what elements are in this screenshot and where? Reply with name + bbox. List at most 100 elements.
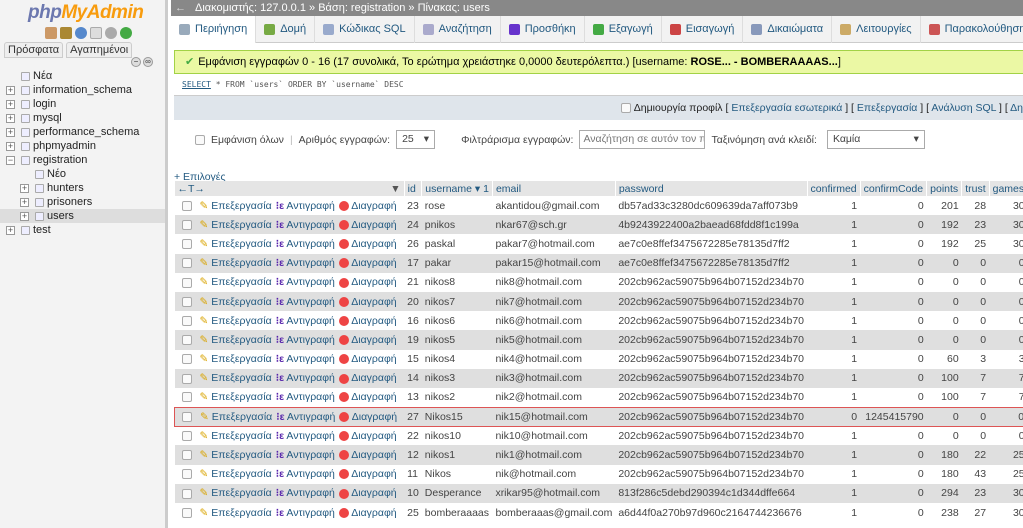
table-cell[interactable]: 0 bbox=[860, 464, 927, 484]
table-cell[interactable]: nik15@hotmail.com bbox=[492, 406, 616, 427]
edit-link[interactable]: Επεξεργασία bbox=[857, 102, 918, 114]
table-cell[interactable]: ae7c0e8ffef3475672285e78135d7ff2 bbox=[615, 234, 808, 254]
table-cell[interactable]: a6d44f0a270b97d960c2164744236676 bbox=[615, 503, 808, 523]
table-cell[interactable]: 0 bbox=[989, 426, 1023, 446]
table-cell[interactable]: 3 bbox=[989, 349, 1023, 369]
edit-button[interactable]: ✎ Επεξεργασία bbox=[200, 468, 272, 480]
table-cell[interactable]: nik@hotmail.com bbox=[492, 464, 616, 484]
table-cell[interactable]: 1 bbox=[807, 215, 861, 235]
table-cell[interactable]: 0 bbox=[926, 426, 962, 446]
column-header[interactable]: username ▾ 1 bbox=[421, 181, 493, 196]
table-cell[interactable]: bomberaaas@gmail.com bbox=[492, 503, 616, 523]
copy-button[interactable]: ⁝ε Αντιγραφή bbox=[276, 238, 335, 250]
table-cell[interactable]: 1 bbox=[807, 253, 861, 273]
edit-button[interactable]: ✎ Επεξεργασία bbox=[200, 334, 272, 346]
copy-button[interactable]: ⁝ε Αντιγραφή bbox=[276, 257, 335, 269]
gear-icon[interactable] bbox=[105, 27, 117, 39]
tree-item-label[interactable]: registration bbox=[33, 153, 87, 167]
reload-icon[interactable] bbox=[120, 27, 132, 39]
table-cell[interactable]: 22 bbox=[404, 426, 422, 446]
tab-9[interactable]: Παρακολούθηση bbox=[921, 16, 1023, 43]
copy-button[interactable]: ⁝ε Αντιγραφή bbox=[276, 200, 335, 212]
expand-icon[interactable]: + bbox=[6, 100, 15, 109]
edit-button[interactable]: ✎ Επεξεργασία bbox=[200, 296, 272, 308]
table-cell[interactable]: 1 bbox=[807, 464, 861, 484]
delete-button[interactable]: Διαγραφή bbox=[338, 334, 397, 346]
profiling-checkbox[interactable] bbox=[621, 103, 632, 114]
delete-button[interactable]: Διαγραφή bbox=[339, 411, 397, 423]
table-cell[interactable]: 0 bbox=[989, 253, 1023, 273]
table-cell[interactable]: 0 bbox=[926, 253, 962, 273]
table-cell[interactable]: 1 bbox=[807, 330, 861, 350]
tab-8[interactable]: Λειτουργίες bbox=[832, 16, 921, 43]
delete-button[interactable]: Διαγραφή bbox=[338, 430, 397, 442]
delete-button[interactable]: Διαγραφή bbox=[338, 372, 397, 384]
table-cell[interactable]: 30 bbox=[989, 215, 1023, 235]
tree-item-label[interactable]: performance_schema bbox=[33, 125, 139, 139]
table-cell[interactable]: Nikos15 bbox=[421, 406, 493, 427]
table-cell[interactable]: 0 bbox=[961, 330, 990, 350]
tree-item-label[interactable]: hunters bbox=[47, 181, 84, 195]
table-cell[interactable]: 25 bbox=[989, 464, 1023, 484]
sort-key-select[interactable]: Καμία ▾ bbox=[826, 130, 925, 149]
table-cell[interactable]: 1 bbox=[807, 368, 861, 388]
explain-sql-link[interactable]: Ανάλυση SQL bbox=[931, 102, 996, 114]
back-arrow-icon[interactable]: ← bbox=[175, 0, 186, 16]
table-cell[interactable]: 27 bbox=[961, 503, 990, 523]
edit-button[interactable]: ✎ Επεξεργασία bbox=[200, 276, 272, 288]
copy-button[interactable]: ⁝ε Αντιγραφή bbox=[276, 334, 335, 346]
table-cell[interactable]: 0 bbox=[961, 406, 990, 427]
table-cell[interactable]: pakar15@hotmail.com bbox=[492, 253, 616, 273]
expand-icon[interactable]: + bbox=[20, 198, 29, 207]
edit-button[interactable]: ✎ Επεξεργασία bbox=[200, 315, 272, 327]
table-cell[interactable]: 11 bbox=[404, 464, 422, 484]
tab-recent[interactable]: Πρόσφατα bbox=[4, 42, 64, 58]
table-cell[interactable]: 0 bbox=[989, 406, 1023, 427]
copy-button[interactable]: ⁝ε Αντιγραφή bbox=[276, 276, 335, 288]
table-cell[interactable]: nik2@hotmail.com bbox=[492, 387, 616, 408]
sql-keyword[interactable]: SELECT bbox=[182, 80, 211, 89]
show-all-checkbox[interactable] bbox=[195, 134, 205, 145]
table-cell[interactable]: 13 bbox=[404, 387, 422, 408]
table-cell[interactable]: 0 bbox=[860, 291, 927, 312]
delete-button[interactable]: Διαγραφή bbox=[338, 296, 397, 308]
delete-button[interactable]: Διαγραφή bbox=[338, 315, 397, 327]
delete-button[interactable]: Διαγραφή bbox=[338, 353, 397, 365]
table-cell[interactable]: nikos3 bbox=[421, 368, 493, 388]
table-cell[interactable]: 202cb962ac59075b964b07152d234b70 bbox=[615, 426, 808, 446]
column-header[interactable]: games bbox=[989, 181, 1023, 196]
column-header[interactable]: confirmCode bbox=[860, 181, 928, 196]
edit-button[interactable]: ✎ Επεξεργασία bbox=[200, 411, 272, 423]
rows-select[interactable]: 25 ▾ bbox=[396, 130, 436, 149]
filter-input[interactable]: Αναζήτηση σε αυτόν τον πίνακα bbox=[579, 130, 706, 149]
table-cell[interactable]: 202cb962ac59075b964b07152d234b70 bbox=[615, 291, 808, 312]
row-checkbox[interactable] bbox=[181, 296, 192, 307]
table-cell[interactable]: 60 bbox=[926, 349, 962, 369]
tab-0[interactable]: Περιήγηση bbox=[171, 16, 257, 43]
table-cell[interactable]: 0 bbox=[989, 311, 1023, 331]
column-header[interactable]: points bbox=[926, 181, 963, 196]
row-checkbox[interactable] bbox=[181, 258, 192, 269]
table-cell[interactable]: 202cb962ac59075b964b07152d234b70 bbox=[615, 464, 808, 484]
table-cell[interactable]: 22 bbox=[961, 445, 990, 465]
table-cell[interactable]: 0 bbox=[989, 330, 1023, 350]
table-cell[interactable]: nik4@hotmail.com bbox=[492, 349, 616, 369]
table-cell[interactable]: 23 bbox=[961, 215, 990, 235]
tree-item-label[interactable]: Νέο bbox=[47, 167, 66, 181]
edit-button[interactable]: ✎ Επεξεργασία bbox=[200, 219, 272, 231]
tree-item-mysql[interactable]: + mysql bbox=[0, 111, 165, 125]
column-header[interactable]: password bbox=[615, 181, 808, 196]
tab-6[interactable]: Εισαγωγή bbox=[662, 16, 744, 43]
table-cell[interactable]: 294 bbox=[926, 483, 962, 503]
table-cell[interactable]: 0 bbox=[860, 330, 927, 350]
table-cell[interactable]: 202cb962ac59075b964b07152d234b70 bbox=[615, 272, 808, 292]
delete-button[interactable]: Διαγραφή bbox=[338, 468, 397, 480]
tree-item-hunters[interactable]: + hunters bbox=[0, 181, 165, 195]
delete-button[interactable]: Διαγραφή bbox=[338, 507, 397, 519]
table-cell[interactable]: xrikar95@hotmail.com bbox=[492, 483, 616, 503]
table-cell[interactable]: 28 bbox=[961, 196, 990, 216]
table-cell[interactable]: 192 bbox=[926, 215, 962, 235]
expand-icon[interactable]: + bbox=[20, 184, 29, 193]
edit-button[interactable]: ✎ Επεξεργασία bbox=[200, 391, 272, 403]
create-php-link[interactable]: Δη bbox=[1010, 102, 1023, 114]
